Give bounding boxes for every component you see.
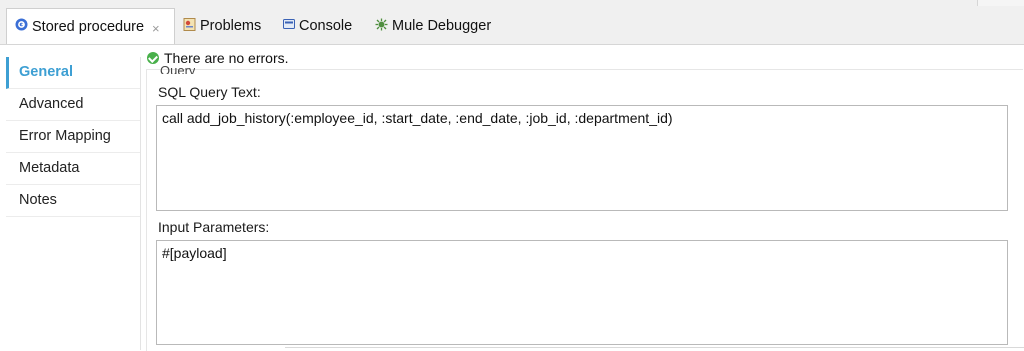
- nav-item-general[interactable]: General: [6, 57, 140, 89]
- editor-tab-bar: Stored procedure × Problems Console Mule…: [0, 0, 1024, 45]
- tab-problems[interactable]: Problems: [183, 8, 261, 44]
- sql-query-value: call add_job_history(:employee_id, :star…: [162, 110, 673, 126]
- input-parameters-value: #[payload]: [162, 245, 227, 261]
- input-parameters-textarea[interactable]: #[payload]: [156, 240, 1008, 345]
- properties-nav: General Advanced Error Mapping Metadata …: [6, 57, 141, 350]
- tab-mule-debugger[interactable]: Mule Debugger: [375, 8, 491, 44]
- console-icon: [283, 18, 295, 34]
- query-group-label: Query: [160, 64, 196, 74]
- nav-item-advanced[interactable]: Advanced: [6, 89, 140, 121]
- nav-item-metadata[interactable]: Metadata: [6, 153, 140, 185]
- sql-query-label: SQL Query Text:: [158, 84, 261, 100]
- nav-item-error-mapping[interactable]: Error Mapping: [6, 121, 140, 153]
- problems-icon: [183, 17, 196, 35]
- divider: [285, 347, 1024, 348]
- tab-label: Mule Debugger: [392, 18, 492, 34]
- tabbar-edge: [977, 0, 1024, 6]
- nav-item-notes[interactable]: Notes: [6, 185, 140, 217]
- sql-query-textarea[interactable]: call add_job_history(:employee_id, :star…: [156, 105, 1008, 211]
- tab-console[interactable]: Console: [283, 8, 352, 44]
- tab-label: Console: [299, 18, 353, 34]
- tab-stored-procedure[interactable]: Stored procedure ×: [6, 8, 175, 44]
- tab-label: Problems: [200, 18, 262, 34]
- mule-debugger-icon: [375, 18, 388, 35]
- close-tab-icon[interactable]: ×: [152, 21, 160, 36]
- stored-procedure-icon: [15, 18, 28, 35]
- check-circle-icon: [147, 52, 159, 64]
- tab-label: Stored procedure: [32, 18, 145, 35]
- input-parameters-label: Input Parameters:: [158, 219, 270, 235]
